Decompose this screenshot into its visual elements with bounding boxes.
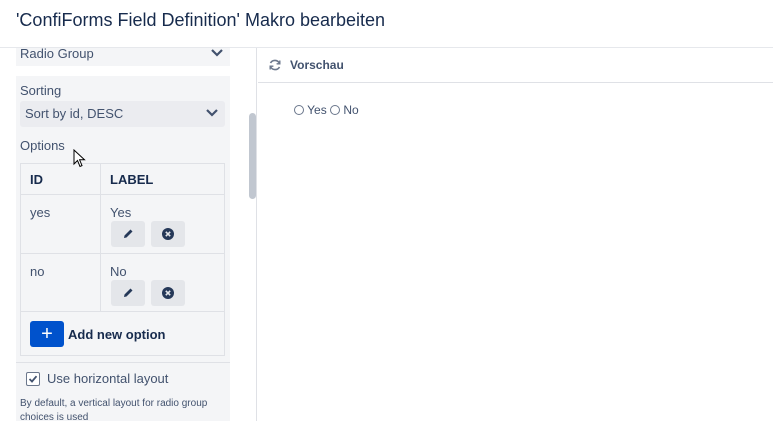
plus-icon: + xyxy=(41,323,53,345)
row-id: yes xyxy=(30,205,51,220)
options-table: ID LABEL yes Yes no No + Add new option xyxy=(20,163,225,356)
left-panel-scrollbar[interactable] xyxy=(249,113,256,199)
radio-yes-label: Yes xyxy=(307,103,327,117)
pencil-icon xyxy=(124,288,133,297)
column-header-label: LABEL xyxy=(110,172,154,187)
close-circle-icon xyxy=(162,228,174,240)
radio-no-label: No xyxy=(343,103,359,117)
checkmark-icon xyxy=(28,375,38,383)
column-header-id: ID xyxy=(30,172,43,187)
table-row: yes Yes xyxy=(21,195,224,254)
type-select-value: Radio Group xyxy=(20,48,94,61)
close-circle-icon xyxy=(162,287,174,299)
sorting-select-value: Sort by id, DESC xyxy=(25,106,124,121)
horizontal-layout-checkbox[interactable] xyxy=(26,372,40,386)
horizontal-layout-description: By default, a vertical layout for radio … xyxy=(20,398,208,421)
sorting-label: Sorting xyxy=(20,83,62,98)
dialog-title: 'ConfiForms Field Definition' Makro bear… xyxy=(16,10,386,30)
radio-no[interactable] xyxy=(330,105,341,115)
sorting-select[interactable]: Sort by id, DESC xyxy=(20,101,225,127)
preview-radio-group: Yes No xyxy=(294,103,359,117)
type-section: Radio Group xyxy=(16,48,230,66)
preview-title: Vorschau xyxy=(290,58,344,72)
horizontal-layout-label: Use horizontal layout xyxy=(47,371,169,386)
edit-option-button[interactable] xyxy=(111,280,145,306)
add-option-button[interactable]: + xyxy=(30,321,64,347)
radio-yes[interactable] xyxy=(294,105,304,115)
dialog-header: 'ConfiForms Field Definition' Makro bear… xyxy=(0,0,773,48)
mouse-cursor-icon xyxy=(73,149,86,168)
row-label: No xyxy=(110,264,127,279)
preview-header: Vorschau xyxy=(258,48,773,83)
type-select[interactable]: Radio Group xyxy=(16,48,230,67)
pencil-icon xyxy=(124,229,133,238)
delete-option-button[interactable] xyxy=(151,280,185,306)
table-row: no No xyxy=(21,254,224,312)
table-header: ID LABEL xyxy=(21,164,224,195)
row-id: no xyxy=(30,264,45,279)
config-panel: Radio Group Sorting Sort by id, DESC Opt… xyxy=(0,48,257,421)
add-option-row: + Add new option xyxy=(21,312,224,355)
options-label: Options xyxy=(20,138,65,153)
delete-option-button[interactable] xyxy=(151,221,185,247)
chevron-down-icon xyxy=(206,109,218,117)
divider xyxy=(16,362,230,363)
row-label: Yes xyxy=(110,205,132,220)
refresh-icon[interactable] xyxy=(268,58,282,72)
edit-option-button[interactable] xyxy=(111,221,145,247)
add-option-label[interactable]: Add new option xyxy=(68,327,165,342)
chevron-down-icon xyxy=(211,49,223,57)
